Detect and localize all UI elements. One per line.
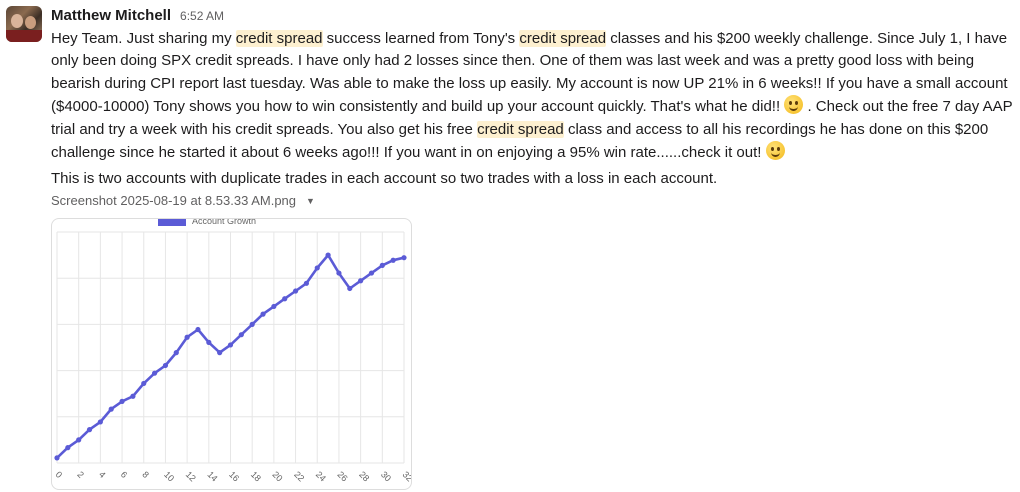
- data-point: [162, 362, 169, 369]
- data-point: [303, 280, 310, 286]
- data-point: [390, 257, 396, 263]
- smiley-emoji-icon[interactable]: [784, 95, 804, 115]
- data-point: [206, 339, 212, 345]
- x-tick-label: 26: [336, 469, 350, 483]
- x-tick-label: 2: [75, 469, 86, 480]
- data-point: [130, 393, 136, 399]
- data-point: [325, 252, 331, 258]
- data-point: [379, 262, 385, 268]
- x-tick-label: 0: [54, 469, 65, 480]
- x-tick-label: 12: [184, 469, 198, 483]
- x-tick-label: 30: [379, 469, 393, 483]
- x-tick-label: 14: [205, 469, 219, 483]
- data-point: [76, 437, 82, 443]
- highlighted-search-term: credit spread: [235, 30, 323, 47]
- data-point: [249, 321, 255, 327]
- x-tick-label: 10: [162, 469, 176, 483]
- highlighted-search-term: credit spread: [477, 120, 564, 138]
- avatar-face-left: [11, 14, 23, 28]
- data-point: [86, 427, 93, 433]
- x-tick-label: 6: [119, 469, 130, 480]
- avatar-face-right: [25, 16, 36, 29]
- data-point: [141, 380, 147, 387]
- attachment-filename-text[interactable]: Screenshot 2025-08-19 at 8.53.33 AM.png: [51, 193, 296, 208]
- x-tick-label: 18: [249, 469, 263, 483]
- data-point: [184, 334, 190, 340]
- data-point: [65, 445, 71, 451]
- caret-down-icon[interactable]: ▼: [306, 196, 315, 206]
- data-point: [97, 419, 103, 425]
- x-tick-label: 32: [401, 469, 411, 483]
- data-point: [108, 406, 114, 412]
- data-point: [282, 296, 288, 302]
- avatar[interactable]: [6, 6, 42, 42]
- x-tick-label: 16: [227, 469, 241, 483]
- attachment-filename[interactable]: Screenshot 2025-08-19 at 8.53.33 AM.png …: [51, 193, 315, 208]
- data-point: [227, 342, 234, 348]
- data-point: [336, 270, 342, 276]
- data-point: [54, 455, 60, 461]
- data-point: [119, 398, 125, 404]
- highlighted-search-term: credit spread: [519, 30, 607, 47]
- data-point: [347, 285, 353, 292]
- x-tick-label: 8: [140, 469, 151, 480]
- data-point: [238, 332, 244, 338]
- account-growth-chart: Account Growth0 2 4 6 8 10 12 14 16 18 20 22 24 26 28 3…: [54, 219, 411, 483]
- data-point: [292, 288, 299, 294]
- x-tick-label: 22: [292, 469, 306, 483]
- data-point: [173, 350, 179, 356]
- x-tick-label: 4: [97, 469, 108, 480]
- data-point: [260, 311, 266, 317]
- data-point: [358, 278, 364, 284]
- author-name[interactable]: Matthew Mitchell: [51, 7, 171, 24]
- message-text: success learned from Tony's: [322, 30, 520, 47]
- data-point: [401, 255, 407, 261]
- data-point: [368, 270, 375, 276]
- x-tick-label: 24: [314, 469, 328, 483]
- data-point: [271, 303, 277, 310]
- attachment-image[interactable]: Account Growth 0 2 4 6 8 10 12 14 16 18 20 22 24 26 28 3…: [51, 218, 412, 490]
- data-point: [217, 350, 223, 356]
- data-point: [314, 265, 320, 271]
- message-timestamp[interactable]: 6:52 AM: [180, 9, 224, 23]
- data-point: [151, 370, 158, 376]
- legend-label: Account Growth: [192, 219, 256, 226]
- x-tick-label: 20: [270, 469, 284, 483]
- message-second-paragraph: This is two accounts with duplicate trad…: [51, 170, 718, 187]
- smiley-emoji-icon[interactable]: [765, 141, 785, 161]
- data-point: [195, 326, 201, 333]
- message-text: Hey Team. Just sharing my: [51, 30, 236, 47]
- message-body: Hey Team. Just sharing my credit spread …: [51, 28, 1016, 164]
- legend-swatch: [158, 219, 186, 226]
- avatar-shirt: [6, 30, 42, 42]
- message-header: Matthew Mitchell 6:52 AM: [51, 7, 224, 24]
- x-tick-label: 28: [357, 469, 371, 483]
